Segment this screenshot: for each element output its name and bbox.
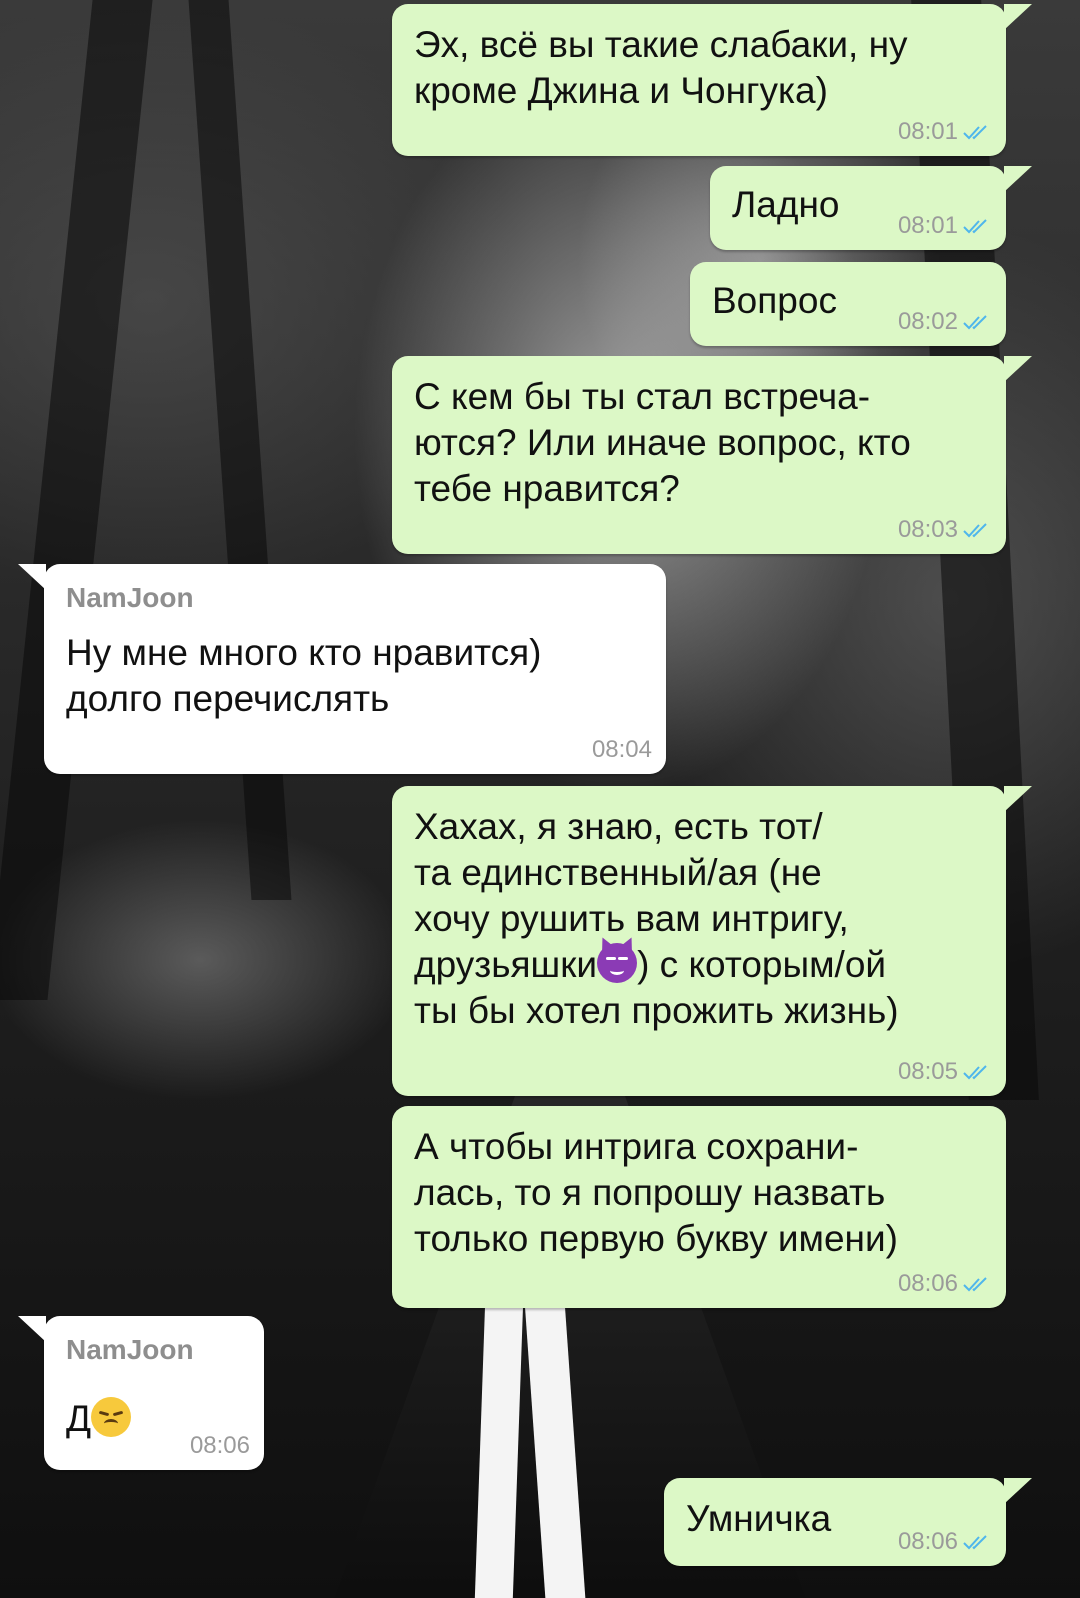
pensive-face-emoji — [91, 1397, 132, 1437]
sender-name: NamJoon — [66, 1334, 194, 1365]
message-meta: 08:01 — [898, 118, 992, 146]
double-check-icon — [962, 124, 992, 140]
message-outgoing[interactable]: Ладно 08:01 — [710, 166, 1032, 250]
message-text: Умничка — [686, 1498, 832, 1539]
message-time: 08:04 — [591, 736, 652, 763]
message-time: 08:01 — [897, 212, 958, 239]
message-time: 08:05 — [897, 1058, 958, 1085]
smiling-devil-emoji — [597, 943, 638, 983]
message-time: 08:06 — [897, 1270, 958, 1297]
message-time: 08:02 — [897, 308, 958, 335]
message-time: 08:01 — [897, 118, 958, 145]
message-meta: 08:06 — [898, 1528, 992, 1556]
message-text-part: Д — [66, 1398, 92, 1439]
message-text: Хахах, я знаю, есть тот/ та единственный… — [414, 804, 899, 1034]
message-outgoing[interactable]: Вопрос 08:02 — [690, 262, 1006, 346]
message-text: С кем бы ты стал встреча- ются? Или инач… — [414, 376, 911, 509]
double-check-icon — [962, 218, 992, 234]
message-incoming[interactable]: NamJoon Д 08:06 — [18, 1316, 264, 1470]
message-meta: 08:03 — [898, 516, 992, 544]
message-outgoing[interactable]: Хахах, я знаю, есть тот/ та единственный… — [392, 786, 1032, 1096]
message-time: 08:06 — [897, 1528, 958, 1555]
message-text: Ну мне много кто нравится) долго перечис… — [66, 632, 542, 719]
double-check-icon — [962, 1276, 992, 1292]
sender-name: NamJoon — [66, 582, 194, 613]
double-check-icon — [962, 1064, 992, 1080]
message-text: Эх, всё вы такие слабаки, ну кроме Джина… — [414, 24, 908, 111]
message-outgoing[interactable]: Эх, всё вы такие слабаки, ну кроме Джина… — [392, 4, 1032, 156]
message-outgoing[interactable]: А чтобы интрига сохрани- лась, то я попр… — [392, 1106, 1006, 1308]
double-check-icon — [962, 1534, 992, 1550]
message-meta: 08:04 — [592, 736, 652, 764]
message-meta: 08:05 — [898, 1058, 992, 1086]
message-meta: 08:06 — [898, 1270, 992, 1298]
message-text: А чтобы интрига сохрани- лась, то я попр… — [414, 1126, 898, 1259]
message-incoming[interactable]: NamJoon Ну мне много кто нравится) долго… — [18, 564, 666, 774]
double-check-icon — [962, 314, 992, 330]
message-time: 08:03 — [897, 516, 958, 543]
message-outgoing[interactable]: Умничка 08:06 — [664, 1478, 1032, 1566]
message-text: Вопрос — [712, 280, 837, 321]
message-meta: 08:06 — [190, 1432, 250, 1460]
message-text: Д — [66, 1396, 132, 1442]
message-time: 08:06 — [189, 1432, 250, 1459]
message-text: Ладно — [732, 184, 840, 225]
message-meta: 08:02 — [898, 308, 992, 336]
message-meta: 08:01 — [898, 212, 992, 240]
message-outgoing[interactable]: С кем бы ты стал встреча- ются? Или инач… — [392, 356, 1032, 554]
double-check-icon — [962, 522, 992, 538]
